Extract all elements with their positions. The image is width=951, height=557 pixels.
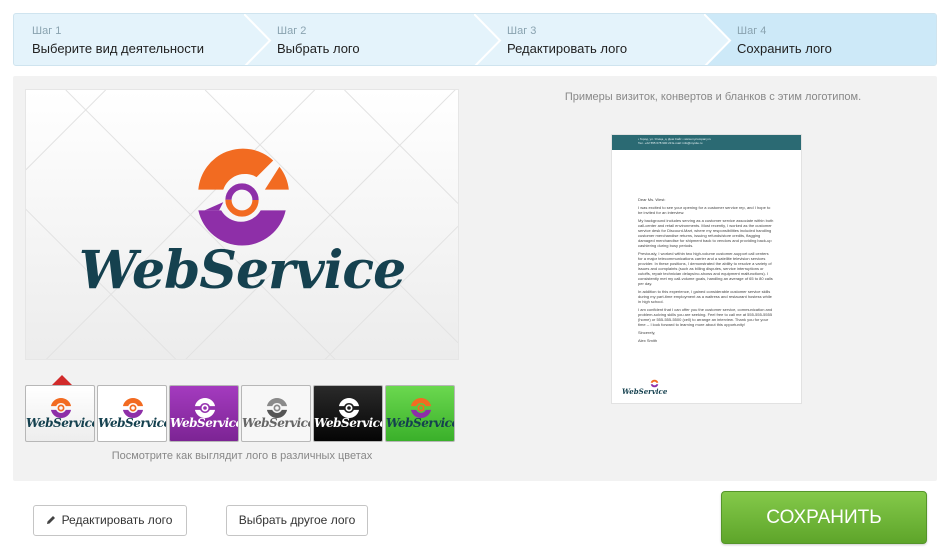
- edit-logo-label: Редактировать лого: [61, 513, 173, 527]
- letter-paragraph: I am confident that I can offer you the …: [638, 307, 773, 327]
- letterhead-example[interactable]: • Город, ул. Улица, д. Дом Сайт • www.my…: [611, 134, 802, 404]
- letter-paragraph: Alex Smith: [638, 338, 658, 343]
- step-number: Шаг 1: [32, 25, 62, 37]
- color-variant[interactable]: WebService: [313, 385, 383, 442]
- variant-wordmark: WebService: [26, 416, 95, 430]
- variant-wordmark: WebService: [314, 416, 383, 430]
- logo-preview: WebService: [25, 89, 459, 360]
- step-title: Сохранить лого: [737, 41, 832, 56]
- step-separator-icon: [704, 14, 732, 65]
- letter-logo-wordmark: WebService: [622, 387, 668, 396]
- wizard-steps: Шаг 1 Выберите вид деятельности Шаг 2 Вы…: [13, 13, 937, 66]
- color-variant[interactable]: WebService: [169, 385, 239, 442]
- step-2[interactable]: Шаг 2 Выбрать лого: [260, 14, 472, 65]
- step-title: Выбрать лого: [277, 41, 360, 56]
- variant-wordmark: WebService: [170, 416, 239, 430]
- letter-paragraph: I was excited to see your opening for a …: [638, 205, 771, 215]
- logo-panel: WebService WebService WebService WebServ…: [13, 76, 937, 481]
- step-number: Шаг 2: [277, 25, 307, 37]
- color-variant[interactable]: WebService: [241, 385, 311, 442]
- pencil-icon: [47, 516, 55, 524]
- step-number: Шаг 4: [737, 25, 767, 37]
- variant-wordmark: WebService: [386, 416, 455, 430]
- step-title: Выберите вид деятельности: [32, 41, 204, 56]
- save-button[interactable]: СОХРАНИТЬ: [721, 491, 927, 544]
- letter-logo: WebService: [622, 379, 668, 396]
- letterhead-contacts: Тел. +22 555 678 900 23 E-mail: info@mys…: [638, 141, 703, 145]
- step-1[interactable]: Шаг 1 Выберите вид деятельности: [14, 14, 244, 65]
- choose-other-logo-button[interactable]: Выбрать другое лого: [226, 505, 368, 536]
- color-variant[interactable]: WebService: [385, 385, 455, 442]
- variant-wordmark: WebService: [98, 416, 167, 430]
- letter-body: Dear Ms. West: I was excited to see your…: [612, 150, 801, 343]
- letter-paragraph: My background includes serving as a cust…: [638, 218, 774, 248]
- letter-paragraph: In addition to this experience, I gained…: [638, 289, 772, 304]
- logo-wordmark: WebService: [78, 240, 406, 301]
- letter-paragraph: Previously, I worked within two high-vol…: [638, 251, 773, 286]
- letter-paragraph: Sincerely,: [638, 330, 656, 335]
- examples-title: Примеры визиток, конвертов и бланков с э…: [564, 91, 862, 103]
- letterhead-header: • Город, ул. Улица, д. Дом Сайт • www.my…: [612, 135, 801, 150]
- color-variant[interactable]: WebService: [97, 385, 167, 442]
- step-3[interactable]: Шаг 3 Редактировать лого: [490, 14, 702, 65]
- variant-wordmark: WebService: [242, 416, 311, 430]
- selected-variant-pointer-icon: [52, 375, 72, 385]
- letter-paragraph: Dear Ms. West:: [638, 197, 666, 202]
- step-number: Шаг 3: [507, 25, 537, 37]
- webservice-logo-icon: [198, 148, 289, 246]
- variants-caption: Посмотрите как выглядит лого в различных…: [111, 450, 373, 462]
- step-title: Редактировать лого: [507, 41, 628, 56]
- step-4[interactable]: Шаг 4 Сохранить лого: [704, 14, 936, 65]
- edit-logo-button[interactable]: Редактировать лого: [33, 505, 187, 536]
- color-variant[interactable]: WebService: [25, 385, 95, 442]
